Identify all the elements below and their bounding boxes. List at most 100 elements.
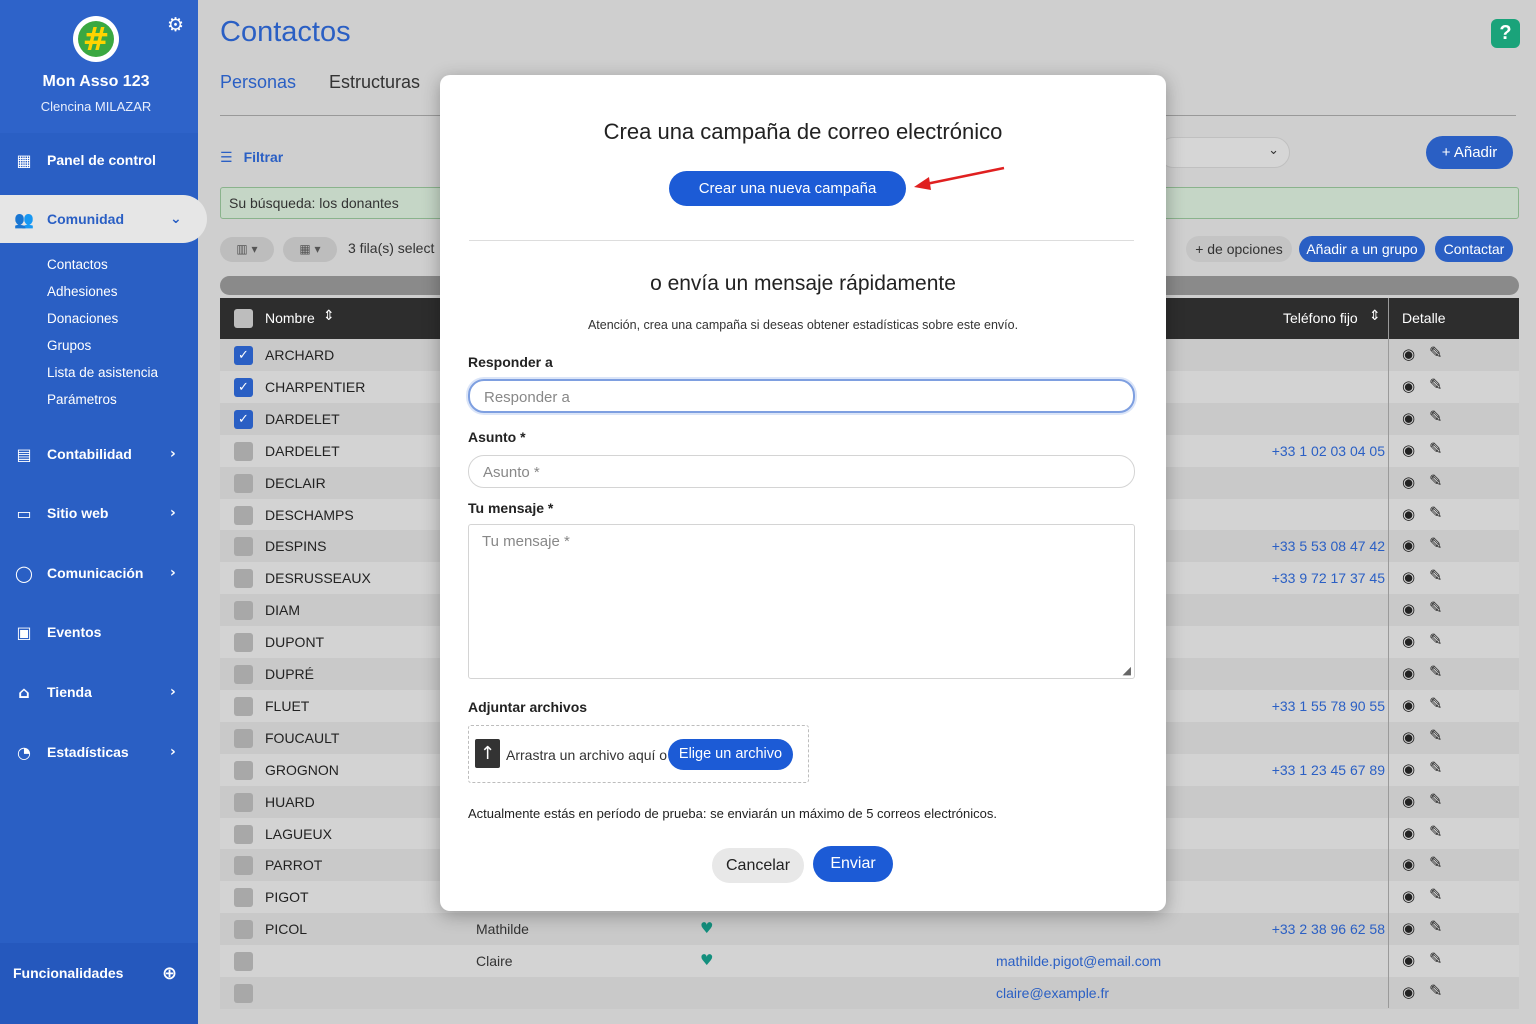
eye-icon[interactable]: ◉ [1402,855,1415,873]
edit-icon[interactable]: ✎ [1429,853,1442,872]
eye-icon[interactable]: ◉ [1402,728,1415,746]
row-checkbox[interactable] [234,920,253,940]
row-checkbox[interactable] [234,696,253,716]
edit-icon[interactable]: ✎ [1429,917,1442,936]
sort-icon[interactable]: ⇕ [323,308,335,324]
row-checkbox[interactable] [234,601,253,621]
row-checkbox[interactable] [234,569,253,589]
edit-icon[interactable]: ✎ [1429,790,1442,809]
edit-icon[interactable]: ✎ [1429,726,1442,745]
add-button[interactable]: + Añadir [1426,136,1513,169]
eye-icon[interactable]: ◉ [1402,824,1415,842]
edit-icon[interactable]: ✎ [1429,949,1442,968]
row-checkbox[interactable] [234,665,253,684]
new-campaign-button[interactable]: Crear una nueva campaña [669,171,906,206]
row-checkbox[interactable] [234,856,253,876]
eye-icon[interactable]: ◉ [1402,792,1415,810]
filter-button[interactable]: ☰ Filtrar [220,149,283,166]
sidebar-subitem-contacts[interactable]: Contactos [47,257,108,272]
eye-icon[interactable]: ◉ [1402,696,1415,714]
edit-icon[interactable]: ✎ [1429,694,1442,713]
export-button[interactable]: ▦ ▾ [283,237,337,262]
eye-icon[interactable]: ◉ [1402,600,1415,618]
eye-icon[interactable]: ◉ [1402,887,1415,905]
eye-icon[interactable]: ◉ [1402,505,1415,523]
select-all-checkbox[interactable] [234,309,253,328]
tab-estructuras[interactable]: Estructuras [329,72,420,93]
edit-icon[interactable]: ✎ [1429,534,1442,553]
cell-email[interactable]: claire@example.fr [996,985,1109,1001]
contact-button[interactable]: Contactar [1435,236,1513,262]
edit-icon[interactable]: ✎ [1429,503,1442,522]
sidebar-item-dashboard[interactable]: ▦ Panel de control [0,140,198,180]
file-dropzone[interactable]: ↑ Arrastra un archivo aquí o Elige un ar… [468,725,809,783]
features-bar[interactable]: Funcionalidades ⊕ [0,943,198,1024]
row-checkbox[interactable] [234,633,253,653]
sidebar-subitem-donations[interactable]: Donaciones [47,311,118,326]
more-options-button[interactable]: + de opciones [1186,236,1292,262]
sidebar-item-events[interactable]: ▣ Eventos [0,612,198,652]
table-row[interactable]: PICOL Mathilde ♥ +33 2 38 96 62 58 ◉ ✎ [220,913,1519,946]
eye-icon[interactable]: ◉ [1402,951,1415,969]
edit-icon[interactable]: ✎ [1429,566,1442,585]
row-checkbox[interactable] [234,760,253,780]
row-checkbox[interactable]: ✓ [234,346,253,365]
edit-icon[interactable]: ✎ [1429,822,1442,841]
tab-personas[interactable]: Personas [220,72,296,93]
choose-file-button[interactable]: Elige un archivo [668,739,793,770]
subject-input[interactable]: Asunto * [468,455,1135,488]
sidebar-item-shop[interactable]: ⌂ Tienda › [0,672,198,712]
row-checkbox[interactable] [234,728,253,748]
sidebar-item-community[interactable]: 👥 Comunidad ⌄ [0,195,207,243]
row-checkbox[interactable] [234,952,253,972]
row-checkbox[interactable] [234,984,253,1003]
eye-icon[interactable]: ◉ [1402,441,1415,459]
cell-phone[interactable]: +33 1 55 78 90 55 [1272,698,1385,714]
eye-icon[interactable]: ◉ [1402,919,1415,937]
sidebar-item-accounting[interactable]: ▤ Contabilidad › [0,434,198,474]
edit-icon[interactable]: ✎ [1429,471,1442,490]
edit-icon[interactable]: ✎ [1429,439,1442,458]
eye-icon[interactable]: ◉ [1402,377,1415,395]
cell-phone[interactable]: +33 2 38 96 62 58 [1272,921,1385,937]
cell-phone[interactable]: +33 1 23 45 67 89 [1272,762,1385,778]
eye-icon[interactable]: ◉ [1402,345,1415,363]
edit-icon[interactable]: ✎ [1429,407,1442,426]
row-checkbox[interactable] [234,473,253,493]
cell-phone[interactable]: +33 9 72 17 37 45 [1272,570,1385,586]
columns-button[interactable]: ▥ ▾ [220,237,274,262]
header-phone[interactable]: Teléfono fijo [1283,310,1358,326]
sort-icon[interactable]: ⇕ [1369,308,1381,324]
eye-icon[interactable]: ◉ [1402,664,1415,682]
edit-icon[interactable]: ✎ [1429,598,1442,617]
edit-icon[interactable]: ✎ [1429,630,1442,649]
edit-icon[interactable]: ✎ [1429,375,1442,394]
plus-circle-icon[interactable]: ⊕ [162,963,177,984]
eye-icon[interactable]: ◉ [1402,536,1415,554]
table-row[interactable]: claire@example.fr ◉ ✎ [220,977,1519,1009]
resize-handle-icon[interactable]: ◢ [1123,664,1131,677]
edit-icon[interactable]: ✎ [1429,662,1442,681]
header-name[interactable]: Nombre [265,310,315,326]
eye-icon[interactable]: ◉ [1402,760,1415,778]
send-button[interactable]: Enviar [813,846,893,882]
eye-icon[interactable]: ◉ [1402,473,1415,491]
sidebar-item-statistics[interactable]: ◔ Estadísticas › [0,732,198,772]
eye-icon[interactable]: ◉ [1402,409,1415,427]
sidebar-item-website[interactable]: ▭ Sitio web › [0,493,198,533]
row-checkbox[interactable]: ✓ [234,409,253,429]
row-checkbox[interactable] [234,888,253,908]
reply-to-input[interactable]: Responder a [468,379,1135,413]
edit-icon[interactable]: ✎ [1429,343,1442,362]
cell-email[interactable]: mathilde.pigot@email.com [996,953,1161,969]
edit-icon[interactable]: ✎ [1429,885,1442,904]
message-textarea[interactable]: Tu mensaje * ◢ [468,524,1135,679]
sidebar-item-communication[interactable]: ◯ Comunicación › [0,553,198,593]
eye-icon[interactable]: ◉ [1402,983,1415,1001]
cell-phone[interactable]: +33 1 02 03 04 05 [1272,443,1385,459]
edit-icon[interactable]: ✎ [1429,981,1442,1000]
row-checkbox[interactable] [234,792,253,812]
row-checkbox[interactable]: ✓ [234,377,253,397]
row-checkbox[interactable] [234,441,253,461]
eye-icon[interactable]: ◉ [1402,632,1415,650]
